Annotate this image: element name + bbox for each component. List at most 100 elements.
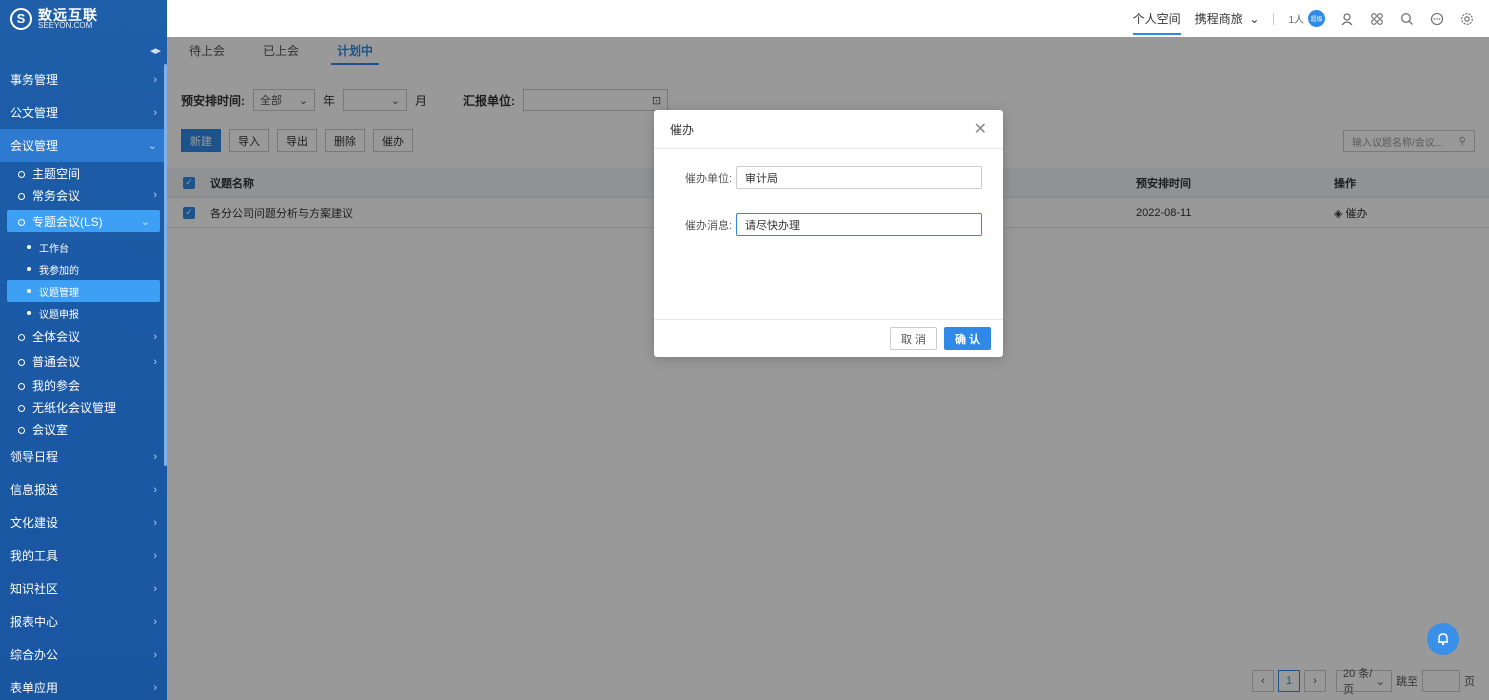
user-icon[interactable] xyxy=(1339,11,1355,27)
circle-icon xyxy=(18,192,25,200)
online-count[interactable]: 1人 超级 xyxy=(1288,10,1325,27)
nav-group[interactable]: 表单应用 › xyxy=(0,671,167,700)
nav-group-label: 表单应用 xyxy=(10,681,59,695)
sidebar-subsub-item[interactable]: 议题申报 xyxy=(0,302,167,324)
sidebar-sub-label: 无纸化会议管理 xyxy=(32,400,117,415)
circle-icon xyxy=(18,334,25,342)
nav-group-label: 文化建设 xyxy=(10,516,59,530)
sidebar-subsub-label: 议题管理 xyxy=(39,287,79,299)
message-icon[interactable] xyxy=(1429,11,1445,27)
circle-icon xyxy=(18,404,25,412)
chevron-down-icon: ⌄ xyxy=(1249,11,1260,26)
chevron-right-icon: › xyxy=(153,73,157,86)
sidebar-sub-item-special[interactable]: 专题会议(LS) ⌄ xyxy=(7,210,160,232)
nav-group-active[interactable]: 会议管理 ⌄ xyxy=(0,129,167,162)
bullet-icon xyxy=(27,289,31,293)
cancel-button[interactable]: 取 消 xyxy=(890,327,937,350)
bullet-icon xyxy=(27,245,31,249)
circle-icon xyxy=(18,359,25,367)
sidebar-subsub-label: 我参加的 xyxy=(39,265,79,277)
nav-group-label: 会议管理 xyxy=(10,139,59,153)
nav-group[interactable]: 领导日程 › xyxy=(0,440,167,473)
logo-icon: S xyxy=(10,7,32,30)
chevron-down-icon: ⌄ xyxy=(140,215,150,228)
sidebar-sub-label: 会议室 xyxy=(32,422,69,437)
personal-space-link[interactable]: 个人空间 xyxy=(1132,0,1181,37)
dialog-footer: 取 消 确 认 xyxy=(654,319,1003,357)
form-row-message: 催办消息: 请尽快办理 xyxy=(685,213,982,236)
nav-group-label: 事务管理 xyxy=(10,73,59,87)
nav-group[interactable]: 报表中心 › xyxy=(0,605,167,638)
circle-icon xyxy=(18,218,25,226)
message-field[interactable]: 请尽快办理 xyxy=(736,213,982,236)
logo-subtitle: SEEYON.COM xyxy=(38,20,93,30)
circle-icon xyxy=(18,382,25,390)
dialog-header: 催办 ✕ xyxy=(654,110,1003,149)
nav-group-label: 综合办公 xyxy=(10,648,59,662)
message-field-label: 催办消息: xyxy=(685,219,733,232)
nav-group[interactable]: 综合办公 › xyxy=(0,638,167,671)
nav-group[interactable]: 公文管理 › xyxy=(0,96,167,129)
sidebar-subsub-item[interactable]: 工作台 xyxy=(0,236,167,258)
nav-group[interactable]: 信息报送 › xyxy=(0,473,167,506)
nav-group-label: 我的工具 xyxy=(10,549,59,563)
nav-group[interactable]: 事务管理 › xyxy=(0,63,167,96)
sidebar-subsub-item-active[interactable]: 议题管理 xyxy=(7,280,160,302)
travel-label: 携程商旅 xyxy=(1194,12,1243,26)
avatar: 超级 xyxy=(1308,10,1325,27)
chevron-down-icon: ⌄ xyxy=(147,140,157,152)
collapse-sidebar-icon[interactable]: ◂▸ xyxy=(0,37,167,63)
chevron-right-icon: › xyxy=(153,483,157,496)
bullet-icon xyxy=(27,267,31,271)
chevron-right-icon: › xyxy=(153,189,157,201)
chevron-right-icon: › xyxy=(153,549,157,562)
sidebar-sub-label: 主题空间 xyxy=(32,166,81,181)
sidebar-sub-item[interactable]: 无纸化会议管理 xyxy=(0,396,167,418)
nav-group-label: 报表中心 xyxy=(10,615,59,629)
circle-icon xyxy=(18,170,25,178)
online-count-label: 1人 xyxy=(1288,15,1304,26)
form-row-unit: 催办单位: 审计局 xyxy=(685,166,982,189)
bullet-icon xyxy=(27,311,31,315)
sidebar-sub-item[interactable]: 常务会议 › xyxy=(0,184,167,206)
nav-group-label: 知识社区 xyxy=(10,582,59,596)
sidebar-sub-label: 专题会议(LS) xyxy=(32,214,103,229)
sidebar-subsub-label: 工作台 xyxy=(39,243,69,255)
topbar: 个人空间 携程商旅 ⌄ 1人 超级 xyxy=(167,0,1489,37)
gear-icon[interactable] xyxy=(1459,11,1475,27)
confirm-button[interactable]: 确 认 xyxy=(944,327,991,350)
chevron-right-icon: › xyxy=(153,106,157,119)
nav-group-label: 领导日程 xyxy=(10,450,59,464)
unit-field[interactable]: 审计局 xyxy=(736,166,982,189)
sidebar-sub-item[interactable]: 全体会议 › xyxy=(0,324,167,349)
sidebar-sub-label: 全体会议 xyxy=(32,330,81,344)
logo[interactable]: S 致远互联 SEEYON.COM xyxy=(0,0,167,37)
sidebar-sub-item[interactable]: 主题空间 xyxy=(0,162,167,184)
circle-icon xyxy=(18,426,25,434)
close-icon[interactable]: ✕ xyxy=(974,119,987,139)
nav-group[interactable]: 我的工具 › xyxy=(0,539,167,572)
sidebar-sub-item[interactable]: 我的参会 xyxy=(0,374,167,396)
travel-link[interactable]: 携程商旅 ⌄ xyxy=(1195,0,1260,37)
chevron-right-icon: › xyxy=(153,582,157,595)
sidebar-sub-item[interactable]: 会议室 xyxy=(0,418,167,440)
chevron-right-icon: › xyxy=(153,355,157,368)
chevron-right-icon: › xyxy=(153,450,157,463)
divider xyxy=(1273,12,1275,25)
sidebar-sub-item[interactable]: 普通会议 › xyxy=(0,349,167,374)
sidebar-subsub-item[interactable]: 我参加的 xyxy=(0,258,167,280)
nav-group[interactable]: 知识社区 › xyxy=(0,572,167,605)
bell-icon[interactable] xyxy=(1427,623,1459,655)
nav-group-label: 公文管理 xyxy=(10,106,59,120)
chevron-right-icon: › xyxy=(153,648,157,661)
nav-group[interactable]: 文化建设 › xyxy=(0,506,167,539)
chevron-right-icon: › xyxy=(153,516,157,529)
search-icon[interactable] xyxy=(1399,11,1415,27)
logo-title: 致远互联 xyxy=(38,6,98,23)
sidebar-sub-label: 常务会议 xyxy=(32,188,81,203)
sidebar-subsub-label: 议题申报 xyxy=(39,309,79,321)
unit-field-label: 催办单位: xyxy=(685,172,733,185)
sidebar-sub-label: 我的参会 xyxy=(32,378,81,393)
apps-icon[interactable] xyxy=(1369,11,1385,27)
dialog-title: 催办 xyxy=(670,122,695,137)
